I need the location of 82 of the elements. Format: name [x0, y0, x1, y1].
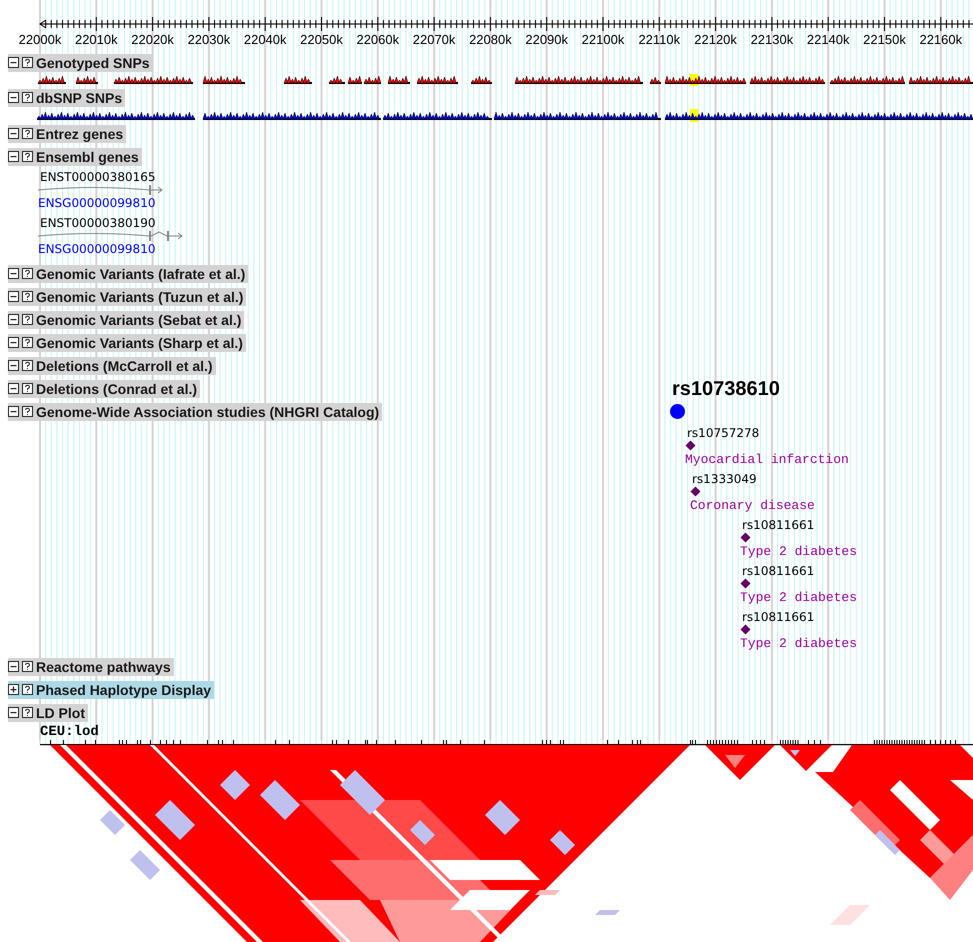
help-icon[interactable] [22, 406, 33, 417]
collapse-icon[interactable] [8, 707, 19, 718]
ruler-label: 22010k [74, 32, 118, 47]
track-title: Genomic Variants (Tuzun et al.) [36, 288, 244, 306]
help-icon[interactable] [22, 684, 33, 695]
collapse-icon[interactable] [8, 291, 19, 302]
association-marker-icon[interactable] [685, 440, 696, 451]
expand-icon[interactable] [8, 684, 19, 695]
collapse-icon[interactable] [8, 151, 19, 162]
ruler-label: 22110k [638, 32, 680, 47]
collapse-icon[interactable] [8, 314, 19, 325]
trait-label: Coronary disease [690, 498, 815, 514]
help-icon[interactable] [22, 337, 33, 348]
track-title: Reactome pathways [36, 658, 171, 676]
ld-block [830, 905, 870, 925]
track-title: Genomic Variants (Iafrate et al.) [36, 264, 246, 282]
help-icon[interactable] [22, 128, 33, 139]
track-title: Phased Haplotype Display [36, 680, 212, 698]
gene-link[interactable]: ENSG00000099810 [38, 196, 156, 210]
ruler-label: 22050k [300, 32, 343, 47]
transcript-label: ENST00000380190 [40, 216, 156, 230]
track-title: Genome-Wide Association studies (NHGRI Catalog) [36, 402, 380, 420]
association-marker-icon[interactable] [690, 486, 701, 497]
snp-label: rs1333049 [692, 472, 757, 486]
help-icon[interactable] [22, 57, 33, 68]
snp-label: rs10811661 [742, 610, 814, 624]
help-icon[interactable] [22, 383, 33, 394]
ruler-label: 22030k [188, 32, 230, 47]
trait-label: Type 2 diabetes [740, 636, 858, 652]
ruler-label: 22060k [356, 32, 400, 47]
track-title: Entrez genes [36, 124, 124, 142]
collapse-icon[interactable] [8, 268, 19, 279]
track-title: Ensembl genes [36, 148, 139, 166]
collapse-icon[interactable] [8, 57, 19, 68]
ruler-label: 22040k [244, 32, 287, 47]
help-icon[interactable] [22, 151, 33, 162]
trait-label: Type 2 diabetes [740, 544, 858, 560]
track-title: Deletions (McCarroll et al.) [36, 356, 213, 374]
ruler-label: 22080k [469, 32, 512, 47]
collapse-icon[interactable] [8, 92, 19, 103]
help-icon[interactable] [22, 661, 33, 672]
ruler-label: 22000k [18, 32, 62, 47]
trait-label: Type 2 diabetes [740, 590, 858, 606]
snp-marker-icon[interactable] [670, 404, 685, 419]
collapse-icon[interactable] [8, 360, 19, 371]
track-title: Genomic Variants (Sebat et al.) [36, 310, 242, 328]
ruler-label: 22120k [694, 32, 737, 47]
help-icon[interactable] [22, 291, 33, 302]
association-marker-icon[interactable] [740, 624, 751, 635]
collapse-icon[interactable] [8, 661, 19, 672]
snp-label: rs10738610 [672, 378, 780, 400]
gene-link[interactable]: ENSG00000099810 [38, 242, 156, 256]
ruler-label: 22090k [525, 32, 568, 47]
track-title: Deletions (Conrad et al.) [36, 380, 198, 398]
ruler-label: 22100k [582, 32, 624, 47]
ruler-label: 22070k [412, 32, 456, 47]
help-icon[interactable] [22, 707, 33, 718]
association-marker-icon[interactable] [740, 532, 751, 543]
collapse-icon[interactable] [8, 406, 19, 417]
collapse-icon[interactable] [8, 337, 19, 348]
ruler-label: 22150k [863, 32, 906, 47]
collapse-icon[interactable] [8, 128, 19, 139]
snp-label: rs10811661 [742, 518, 814, 532]
help-icon[interactable] [22, 92, 33, 103]
snp-label: rs10811661 [742, 564, 814, 578]
collapse-icon[interactable] [8, 383, 19, 394]
snp-label: rs10757278 [687, 426, 760, 440]
trait-label: Myocardial infarction [685, 452, 849, 468]
help-icon[interactable] [22, 360, 33, 371]
ruler-label: 22140k [806, 32, 850, 47]
track-title: LD Plot [36, 704, 85, 722]
association-marker-icon[interactable] [740, 578, 751, 589]
ruler-label: 22020k [131, 32, 174, 47]
population-label: CEU:lod [40, 725, 99, 740]
help-icon[interactable] [22, 314, 33, 325]
track-title: dbSNP SNPs [36, 88, 122, 106]
ruler-label: 22130k [750, 32, 794, 47]
transcript-label: ENST00000380165 [40, 170, 156, 184]
help-icon[interactable] [22, 268, 33, 279]
track-title: Genomic Variants (Sharp et al.) [36, 334, 243, 352]
track-title: Genotyped SNPs [36, 54, 150, 72]
ruler-label: 22160k [919, 32, 962, 47]
